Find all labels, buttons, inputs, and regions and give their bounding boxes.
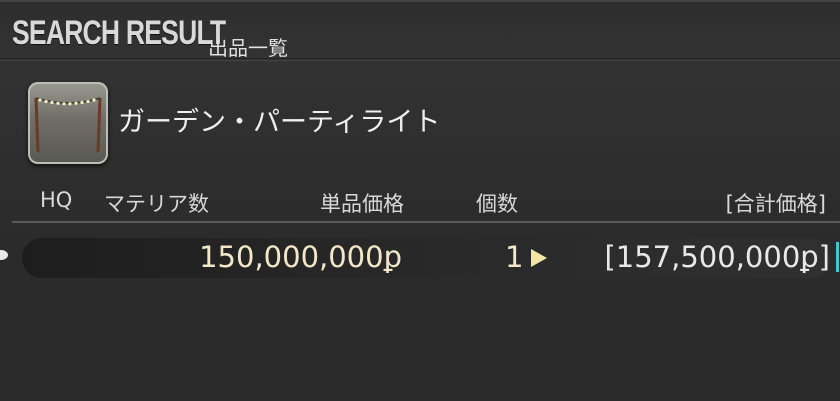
window-title: SEARCH RESULT bbox=[12, 14, 226, 52]
row-pointer-icon bbox=[0, 250, 8, 260]
column-header-hq[interactable]: HQ bbox=[40, 188, 72, 212]
column-header-quantity[interactable]: 個数 bbox=[476, 188, 518, 218]
search-result-window: SEARCH RESULT 出品一覧 ガーデン・パーティライト HQ マテリア数… bbox=[0, 0, 840, 401]
listing-total-price: [157,500,000ꝑ] bbox=[604, 240, 830, 274]
garden-party-light-icon[interactable] bbox=[28, 82, 108, 164]
column-header-row: HQ マテリア数 単品価格 個数 [合計価格] bbox=[0, 184, 840, 218]
column-header-materia[interactable]: マテリア数 bbox=[104, 188, 209, 218]
title-bar[interactable]: SEARCH RESULT 出品一覧 bbox=[0, 0, 840, 62]
window-subtitle: 出品一覧 bbox=[208, 36, 288, 60]
listing-quantity: 1 bbox=[505, 240, 524, 274]
header-divider bbox=[12, 221, 840, 223]
listing-unit-price: 150,000,000ꝑ bbox=[199, 240, 402, 274]
column-header-unit-price[interactable]: 単品価格 bbox=[320, 188, 404, 218]
title-divider bbox=[0, 58, 840, 61]
play-arrow-icon[interactable] bbox=[531, 249, 547, 267]
selection-cursor bbox=[836, 242, 839, 272]
column-header-total-price[interactable]: [合計価格] bbox=[726, 188, 826, 218]
item-name: ガーデン・パーティライト bbox=[118, 107, 441, 138]
